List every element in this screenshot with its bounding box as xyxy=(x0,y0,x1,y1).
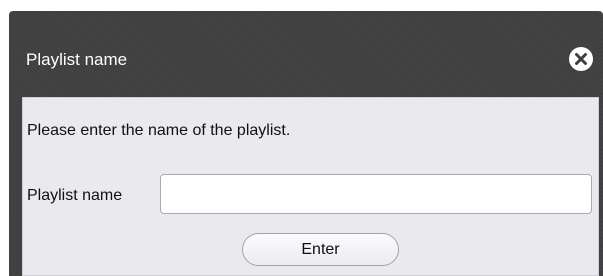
close-icon[interactable] xyxy=(568,46,594,72)
dialog-message: Please enter the name of the playlist. xyxy=(27,122,291,139)
dialog-content: Please enter the name of the playlist. P… xyxy=(22,97,599,276)
dialog-title: Playlist name xyxy=(26,50,128,69)
dialog-titlebar: Playlist name xyxy=(9,11,603,101)
playlist-name-label: Playlist name xyxy=(27,187,123,204)
enter-button[interactable]: Enter xyxy=(242,233,399,266)
playlist-name-dialog: Playlist name Please enter the name of t… xyxy=(9,11,603,276)
playlist-name-input[interactable] xyxy=(160,174,592,214)
